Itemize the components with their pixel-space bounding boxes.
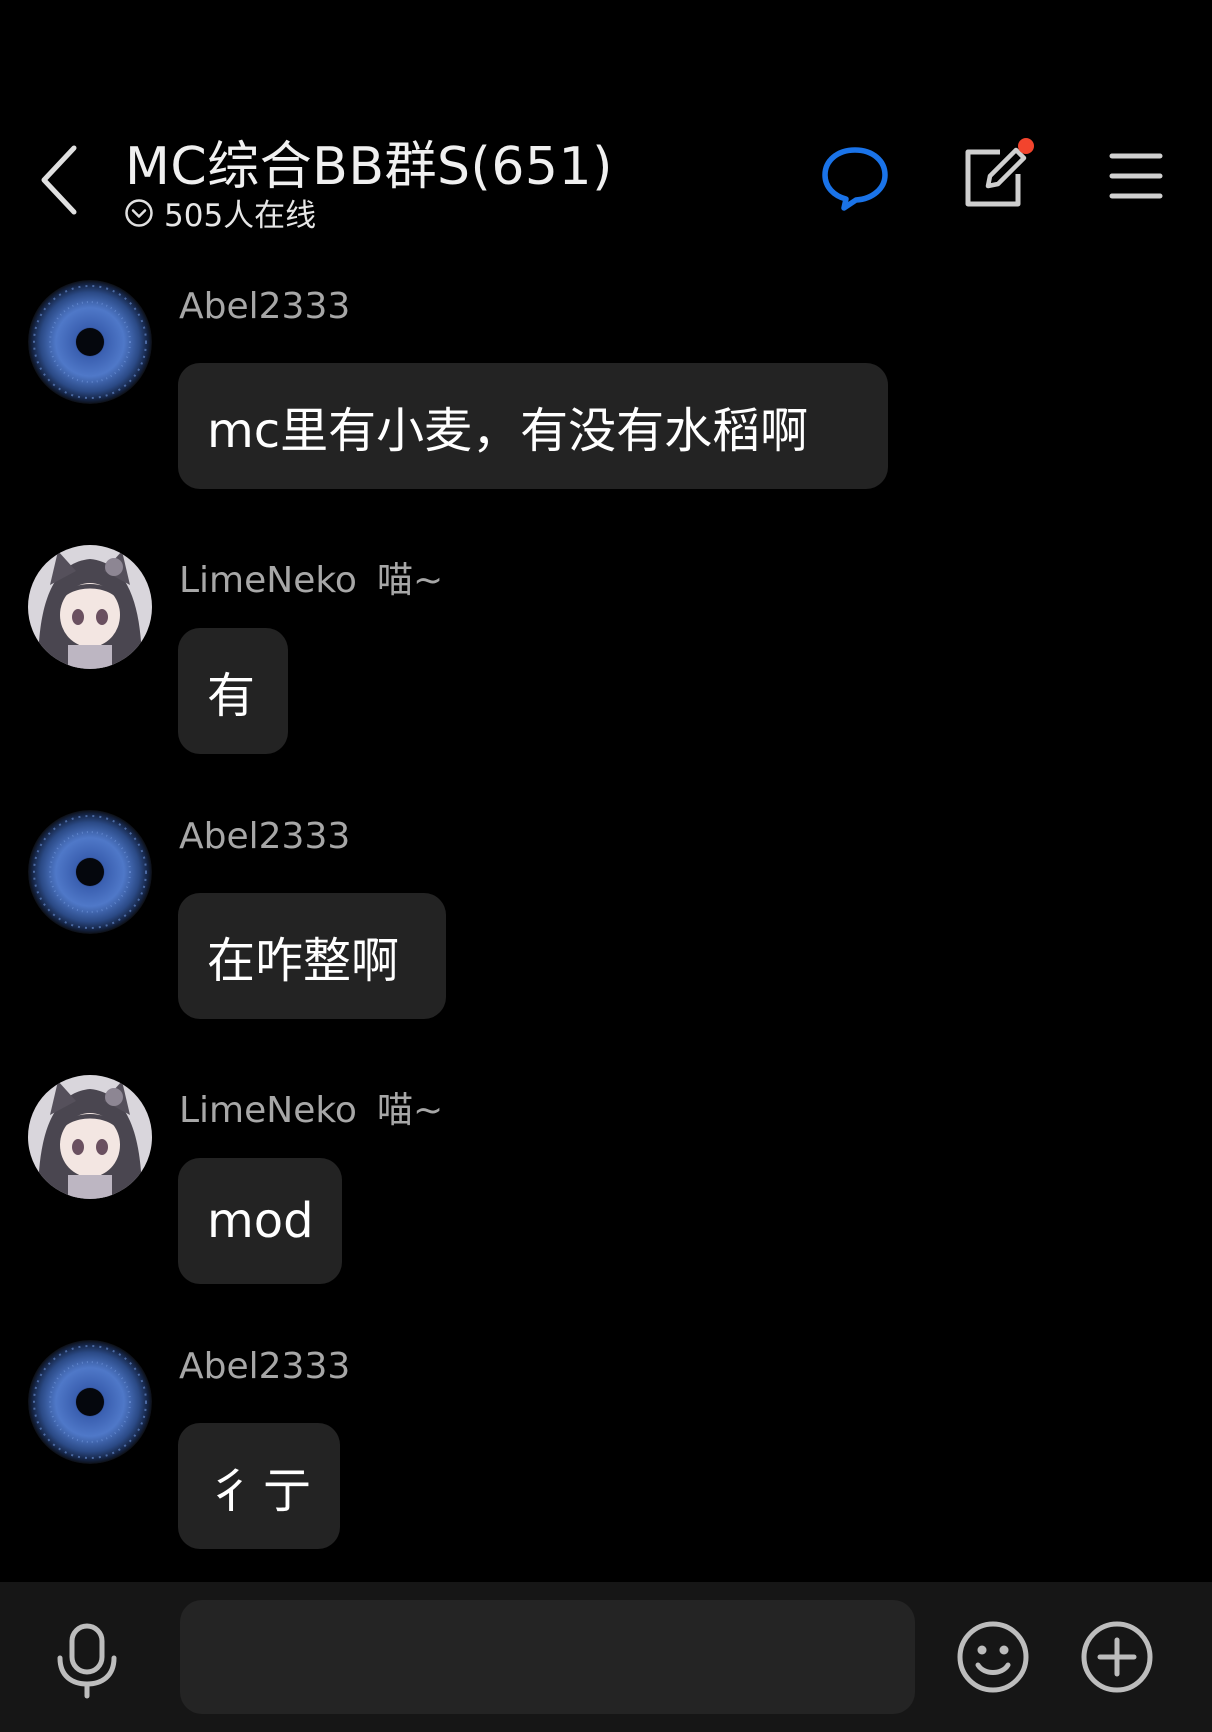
sender-name[interactable]: LimeNeko 喵~ [179, 551, 443, 603]
add-icon[interactable] [1080, 1620, 1154, 1694]
notification-badge [1018, 138, 1034, 154]
chevron-down-circle-icon [125, 198, 153, 227]
message-bubble[interactable]: 有 [178, 628, 288, 754]
chat-header: MC综合BB群S(651) 505人在线 [0, 0, 1212, 250]
avatar-anime-girl[interactable] [28, 1075, 152, 1199]
message-bubble[interactable]: mc里有小麦，有没有水稻啊 [178, 363, 888, 489]
message-input[interactable] [180, 1600, 915, 1714]
sender-name[interactable]: Abel2333 [179, 816, 350, 857]
member-tag: 喵~ [376, 1090, 444, 1131]
input-bar [0, 1582, 1212, 1732]
avatar-blue-eye[interactable] [28, 810, 152, 934]
microphone-icon[interactable] [52, 1622, 122, 1700]
online-count-text: 505人在线 [164, 198, 317, 234]
avatar-blue-eye[interactable] [28, 1340, 152, 1464]
menu-icon[interactable] [1108, 150, 1164, 202]
edit-icon[interactable] [960, 138, 1038, 210]
chat-bubble-icon[interactable] [820, 142, 890, 212]
message-bubble[interactable]: 彳亍 [178, 1423, 340, 1549]
avatar-blue-eye[interactable] [28, 280, 152, 404]
back-arrow-icon[interactable] [36, 140, 86, 220]
member-tag: 喵~ [376, 560, 444, 601]
sender-name[interactable]: Abel2333 [179, 286, 350, 327]
sender-name[interactable]: LimeNeko 喵~ [179, 1081, 443, 1133]
emoji-icon[interactable] [956, 1620, 1030, 1694]
sender-name[interactable]: Abel2333 [179, 1346, 350, 1387]
message-bubble[interactable]: mod [178, 1158, 342, 1284]
online-status[interactable]: 505人在线 [124, 190, 316, 235]
message-bubble[interactable]: 在咋整啊 [178, 893, 446, 1019]
avatar-anime-girl[interactable] [28, 545, 152, 669]
group-title[interactable]: MC综合BB群S(651) [125, 124, 613, 199]
